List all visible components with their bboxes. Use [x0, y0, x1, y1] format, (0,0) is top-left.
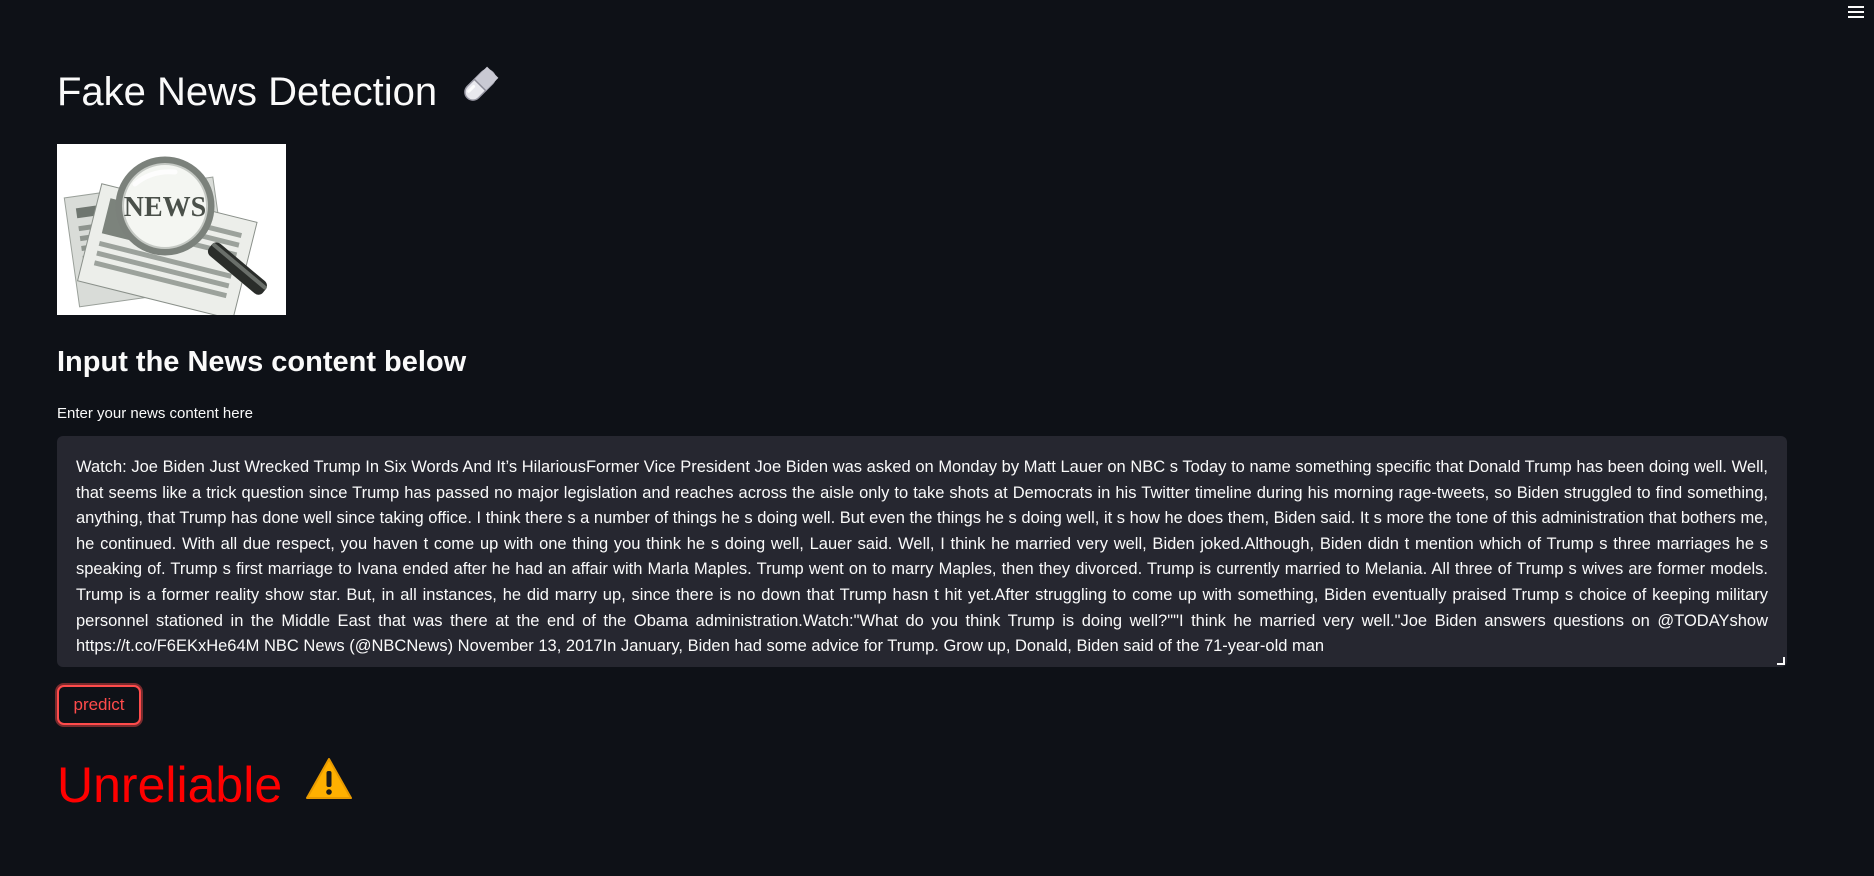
prediction-result: Unreliable	[57, 755, 354, 815]
news-content-text: Watch: Joe Biden Just Wrecked Trump In S…	[76, 458, 1768, 656]
prediction-result-label: Unreliable	[57, 757, 283, 813]
page-title: Fake News Detection	[57, 66, 502, 118]
hamburger-menu-icon[interactable]	[1848, 6, 1864, 20]
image-news-word: NEWS	[124, 192, 206, 223]
section-heading: Input the News content below	[57, 346, 467, 378]
pill-icon	[458, 63, 502, 118]
page-title-text: Fake News Detection	[57, 70, 438, 114]
resize-handle-icon[interactable]	[1777, 657, 1785, 665]
news-magnifier-image: NEWS	[57, 144, 286, 315]
warning-sign-icon	[304, 755, 354, 815]
news-content-label: Enter your news content here	[57, 405, 253, 422]
news-content-textarea[interactable]: Watch: Joe Biden Just Wrecked Trump In S…	[57, 436, 1787, 667]
predict-button[interactable]: predict	[57, 685, 141, 725]
